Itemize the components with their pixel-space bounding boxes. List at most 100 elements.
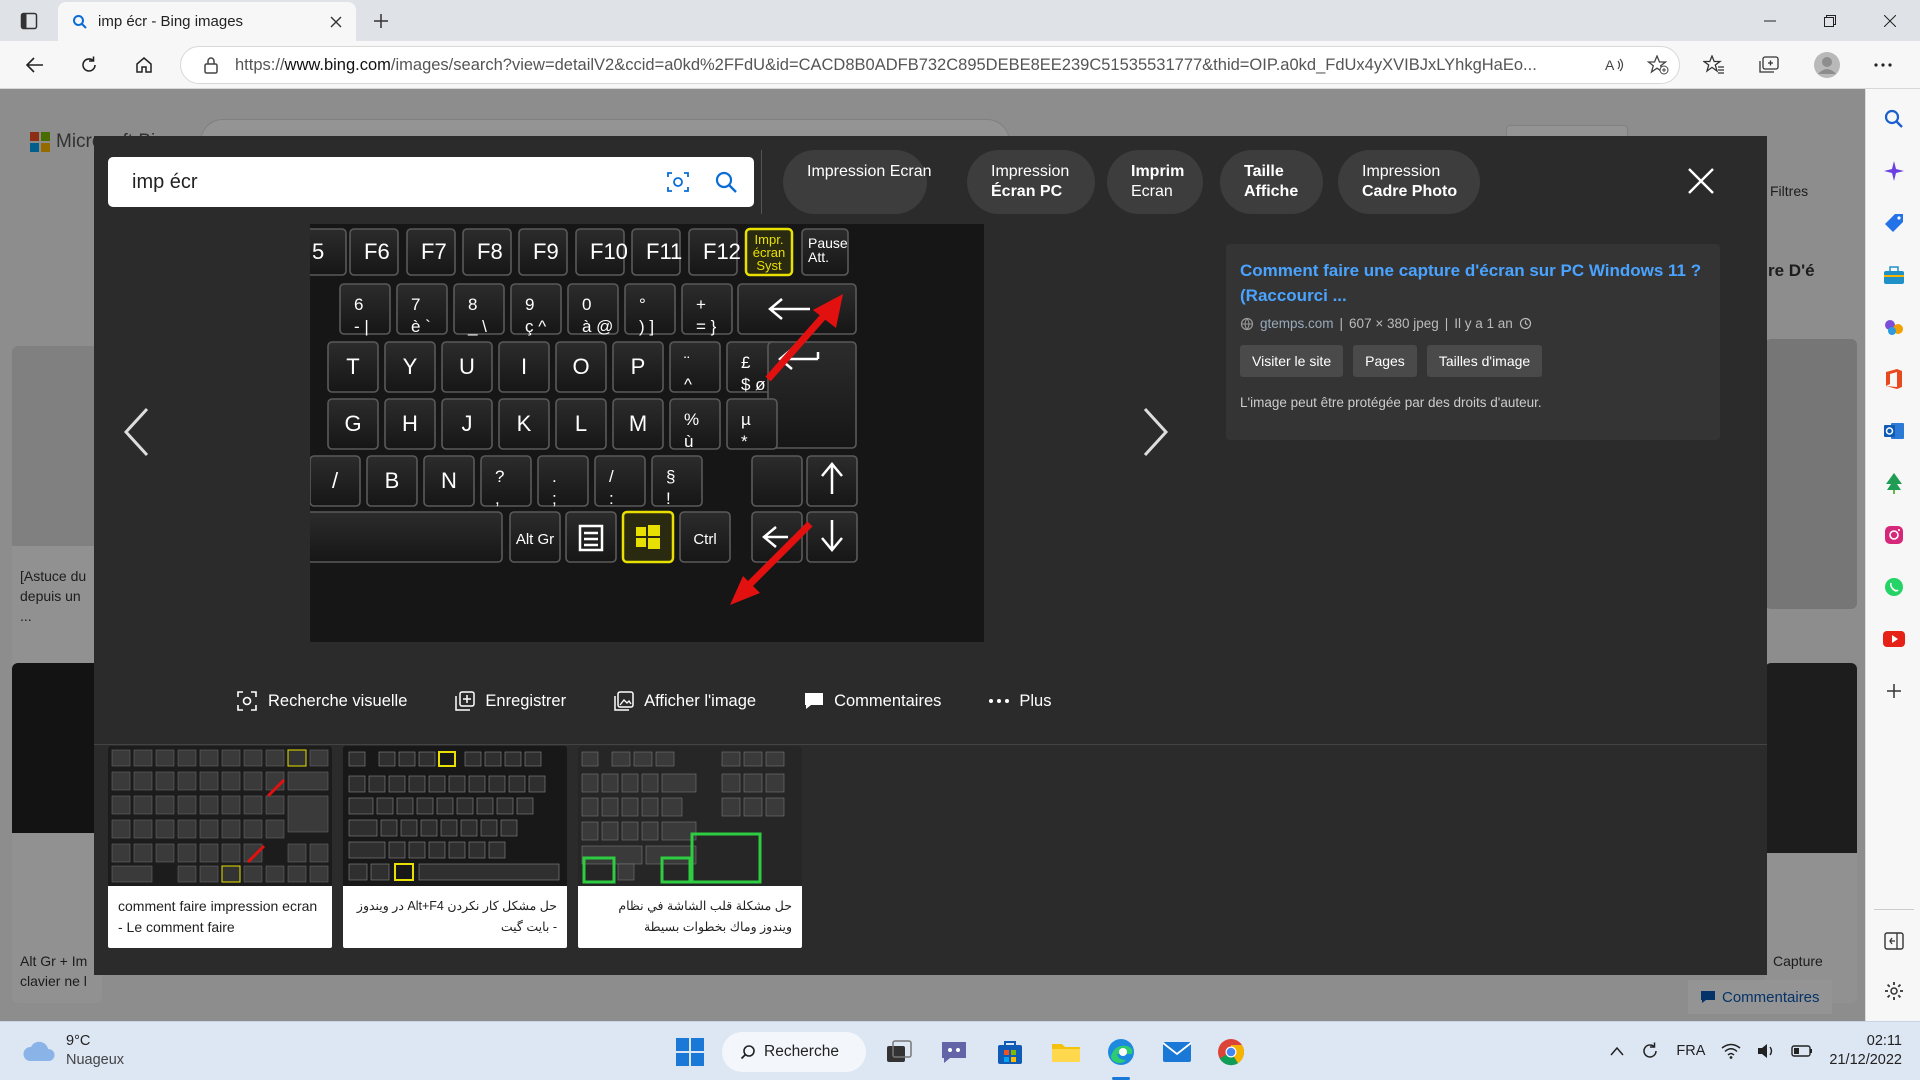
keyboard-key-label: * xyxy=(741,432,748,451)
related-image-card[interactable]: comment faire impression ecran - Le comm… xyxy=(108,746,332,948)
taskbar-search[interactable]: Recherche xyxy=(722,1032,866,1072)
site-globe-icon xyxy=(1240,317,1254,330)
mail-button[interactable] xyxy=(1158,1033,1196,1071)
sidebar-outlook-button[interactable] xyxy=(1878,415,1910,447)
sidebar-instagram-button[interactable] xyxy=(1878,519,1910,551)
keyboard-thumbnail xyxy=(343,746,567,886)
chevron-left-icon xyxy=(123,407,149,457)
sidebar-games-button[interactable] xyxy=(1878,311,1910,343)
sidebar-office-button[interactable] xyxy=(1878,363,1910,395)
active-tab[interactable]: imp écr - Bing images xyxy=(58,2,356,41)
overlay-search-box[interactable]: imp écr xyxy=(108,157,754,207)
image-sizes-button[interactable]: Tailles d'image xyxy=(1426,345,1543,377)
edge-button[interactable] xyxy=(1102,1033,1140,1071)
teams-button[interactable] xyxy=(935,1033,973,1071)
visual-search-button[interactable]: Recherche visuelle xyxy=(236,686,407,716)
clock[interactable]: 02:11 21/12/2022 xyxy=(1829,1032,1902,1070)
sidebar-search-button[interactable] xyxy=(1878,103,1910,135)
avatar-icon xyxy=(1814,52,1840,78)
restore-button[interactable] xyxy=(1800,0,1860,41)
keyboard-key xyxy=(651,455,703,507)
task-view-button[interactable] xyxy=(880,1033,918,1071)
close-overlay-button[interactable] xyxy=(1682,162,1720,200)
back-button[interactable] xyxy=(18,49,52,81)
sidebar-hide-button[interactable] xyxy=(1878,925,1910,957)
start-button[interactable] xyxy=(671,1033,709,1071)
related-image-card[interactable]: حل مشکل کار نکردن Alt+F4 در ویندوز - بای… xyxy=(343,746,567,948)
related-search-pill[interactable]: Impression Cadre Photo xyxy=(1338,150,1480,214)
sidebar-shopping-button[interactable] xyxy=(1878,207,1910,239)
keyboard-key xyxy=(669,341,721,393)
view-image-button[interactable]: Afficher l'image xyxy=(614,686,756,716)
new-tab-button[interactable] xyxy=(368,8,394,34)
plus-icon xyxy=(1887,684,1901,698)
sidebar-copilot-button[interactable] xyxy=(1878,155,1910,187)
related-search-pill[interactable]: Impression Écran PC xyxy=(967,150,1095,214)
minimize-button[interactable] xyxy=(1740,0,1800,41)
image-source-title-link[interactable]: Comment faire une capture d'écran sur PC… xyxy=(1240,258,1706,308)
search-input[interactable]: imp écr xyxy=(132,171,666,194)
comments-button[interactable]: Commentaires xyxy=(804,686,941,716)
sidebar-whatsapp-button[interactable] xyxy=(1878,571,1910,603)
sync-icon[interactable] xyxy=(1640,1041,1660,1061)
home-button[interactable] xyxy=(127,49,161,81)
main-image[interactable]: 5 F6 F7 F8 F9 F10 F11 F12 Impr. écran Syst Pause Att… xyxy=(310,224,984,642)
sidebar-youtube-button[interactable] xyxy=(1878,623,1910,655)
keyboard-key-label: : xyxy=(609,489,614,508)
collections-button[interactable] xyxy=(1752,49,1786,81)
url-field[interactable]: https://www.bing.com/images/search?view=… xyxy=(180,46,1680,84)
keyboard-key-label: F10 xyxy=(590,239,628,264)
chevron-right-icon xyxy=(1143,407,1169,457)
keyboard-key-label: F9 xyxy=(533,239,559,264)
keyboard-key-label: H xyxy=(402,411,418,436)
keyboard-key-label: ¨ xyxy=(684,353,690,372)
add-favorite-icon[interactable] xyxy=(1647,55,1669,75)
previous-image-button[interactable] xyxy=(116,402,156,462)
sidebar-tools-button[interactable] xyxy=(1878,259,1910,291)
related-search-pill[interactable]: Taille Affiche xyxy=(1220,150,1323,214)
store-button[interactable] xyxy=(991,1033,1029,1071)
pause-key-label: Att. xyxy=(808,249,829,265)
keyboard-thumbnail xyxy=(578,746,802,886)
volume-icon[interactable] xyxy=(1757,1043,1775,1059)
related-search-pill[interactable]: Imprim Ecran xyxy=(1107,150,1203,214)
sidebar-settings-button[interactable] xyxy=(1878,975,1910,1007)
tab-actions-button[interactable] xyxy=(16,9,42,33)
file-explorer-button[interactable] xyxy=(1047,1033,1085,1071)
pill-label-bold: Écran PC xyxy=(991,183,1063,200)
more-button[interactable]: Plus xyxy=(989,686,1052,716)
sidebar-add-button[interactable] xyxy=(1878,675,1910,707)
more-dots-icon xyxy=(989,699,1010,703)
chrome-button[interactable] xyxy=(1212,1033,1250,1071)
profile-button[interactable] xyxy=(1810,49,1844,81)
save-collection-icon xyxy=(455,691,476,711)
lock-icon xyxy=(204,57,218,74)
plus-icon xyxy=(374,14,388,28)
chevron-up-icon[interactable] xyxy=(1610,1046,1624,1056)
keyboard-key-label: ) ] xyxy=(639,317,654,336)
sidebar-tree-button[interactable] xyxy=(1878,467,1910,499)
weather-widget[interactable]: 9°C Nuageux xyxy=(22,1032,124,1070)
edge-logo-icon xyxy=(1108,1039,1134,1065)
save-button[interactable]: Enregistrer xyxy=(455,686,566,716)
refresh-button[interactable] xyxy=(72,49,106,81)
pages-button[interactable]: Pages xyxy=(1353,345,1417,377)
input-language[interactable]: FRA xyxy=(1676,1043,1705,1059)
related-search-pill[interactable]: Impression Ecran xyxy=(783,150,932,214)
next-image-button[interactable] xyxy=(1136,402,1176,462)
search-icon[interactable] xyxy=(714,170,738,194)
source-domain[interactable]: gtemps.com xyxy=(1260,316,1334,331)
settings-more-button[interactable] xyxy=(1866,49,1900,81)
related-image-card[interactable]: حل مشكلة قلب الشاشة في نظام ويندوز وماك … xyxy=(578,746,802,948)
visual-search-camera-icon[interactable] xyxy=(666,170,690,194)
battery-icon[interactable] xyxy=(1791,1045,1813,1057)
read-aloud-icon[interactable]: A xyxy=(1605,56,1625,74)
keyboard-key-label: / xyxy=(332,468,339,493)
favorites-button[interactable] xyxy=(1697,49,1731,81)
keyboard-key-label: ! xyxy=(666,489,671,508)
wifi-icon[interactable] xyxy=(1721,1043,1741,1059)
whatsapp-icon xyxy=(1885,578,1903,596)
close-tab-icon[interactable] xyxy=(330,16,342,28)
visit-site-button[interactable]: Visiter le site xyxy=(1240,345,1344,377)
close-window-button[interactable] xyxy=(1860,0,1920,41)
